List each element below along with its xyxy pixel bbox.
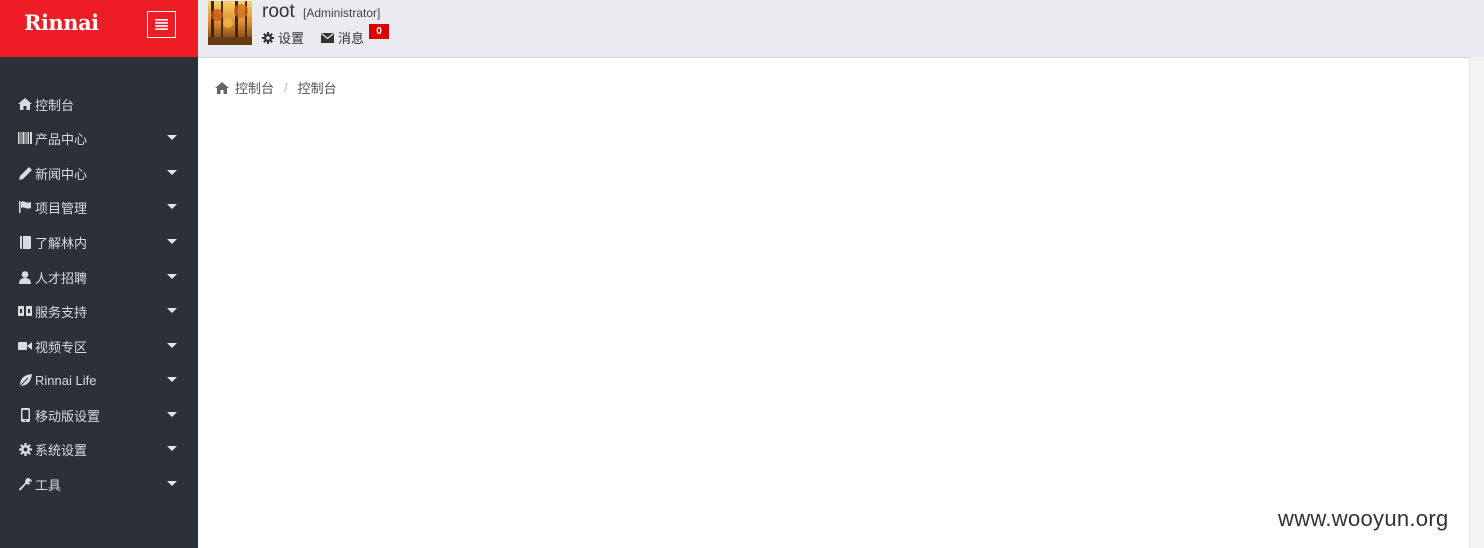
top-bar: root [Administrator] 设置 消息 0 — [198, 0, 1484, 58]
sidebar-item-projects[interactable]: 项目管理 — [0, 192, 198, 222]
sidebar-item-label: 产品中心 — [35, 131, 88, 147]
user-role: [Administrator] — [303, 6, 381, 20]
sidebar-item-label: 视频专区 — [35, 339, 88, 355]
sidebar-item-label: 控制台 — [35, 97, 75, 113]
chevron-down-icon — [167, 308, 177, 313]
chevron-down-icon — [167, 481, 177, 486]
sidebar-item-tools[interactable]: 工具 — [0, 469, 198, 499]
sidebar-item-system-settings[interactable]: 系统设置 — [0, 434, 198, 464]
breadcrumb-current: 控制台 — [297, 81, 337, 96]
chevron-down-icon — [167, 377, 177, 382]
sidebar-item-label: 了解林内 — [35, 235, 88, 251]
chevron-down-icon — [167, 239, 177, 244]
wrench-icon — [18, 477, 32, 491]
breadcrumb: 控制台 / 控制台 — [215, 78, 337, 97]
messages-link[interactable]: 消息 — [321, 28, 364, 47]
sidebar-item-label: 人才招聘 — [35, 270, 88, 286]
sidebar-item-label: 新闻中心 — [35, 166, 88, 182]
chevron-down-icon — [167, 170, 177, 175]
sidebar-item-rinnai-life[interactable]: Rinnai Life — [0, 365, 198, 395]
chevron-down-icon — [167, 204, 177, 209]
chevron-down-icon — [167, 343, 177, 348]
brand-logo[interactable]: Rinnai — [24, 10, 99, 35]
sidebar-item-products[interactable]: 产品中心 — [0, 123, 198, 153]
book-icon — [18, 235, 32, 249]
flag-icon — [18, 200, 32, 214]
user-icon — [18, 270, 32, 284]
chevron-down-icon — [167, 274, 177, 279]
sidebar-item-dashboard[interactable]: 控制台 — [0, 89, 198, 119]
sidebar-item-label: 系统设置 — [35, 442, 88, 458]
sidebar-item-label: 服务支持 — [35, 304, 88, 320]
leaf-icon — [18, 373, 32, 387]
avatar[interactable] — [208, 1, 252, 45]
video-icon — [18, 339, 32, 353]
menu-icon — [155, 19, 168, 30]
chevron-down-icon — [167, 412, 177, 417]
breadcrumb-separator: / — [284, 80, 288, 95]
sidebar-item-mobile-settings[interactable]: 移动版设置 — [0, 400, 198, 430]
sidebar-item-news[interactable]: 新闻中心 — [0, 158, 198, 188]
barcode-icon — [18, 131, 32, 145]
shield-icon — [18, 304, 32, 318]
sidebar-item-support[interactable]: 服务支持 — [0, 296, 198, 326]
sidebar-item-label: 工具 — [35, 477, 62, 493]
settings-label: 设置 — [278, 31, 305, 46]
chevron-down-icon — [167, 446, 177, 451]
sidebar-item-label: 项目管理 — [35, 200, 88, 216]
brand-bar: Rinnai — [0, 0, 198, 57]
settings-link[interactable]: 设置 — [262, 28, 304, 47]
gear-icon — [262, 31, 274, 44]
vertical-scrollbar[interactable] — [1469, 57, 1484, 548]
pencil-icon — [18, 166, 32, 180]
gear-icon — [18, 442, 32, 456]
sidebar-toggle-button[interactable] — [147, 11, 176, 38]
message-count-badge: 0 — [369, 24, 389, 39]
sidebar-item-label: 移动版设置 — [35, 408, 101, 424]
sidebar-item-about[interactable]: 了解林内 — [0, 227, 198, 257]
sidebar: 控制台 产品中心 新闻中心 项目管理 了解林内 人才招聘 服务支持 视频专区 R… — [0, 57, 198, 548]
home-icon — [215, 81, 229, 94]
messages-label: 消息 — [338, 31, 365, 46]
sidebar-item-videos[interactable]: 视频专区 — [0, 331, 198, 361]
watermark-text: www.wooyun.org — [1278, 506, 1449, 531]
mobile-icon — [18, 408, 32, 422]
sidebar-item-careers[interactable]: 人才招聘 — [0, 262, 198, 292]
sidebar-item-label: Rinnai Life — [35, 372, 97, 388]
envelope-icon — [321, 32, 334, 43]
breadcrumb-home-link[interactable]: 控制台 — [235, 78, 274, 97]
chevron-down-icon — [167, 135, 177, 140]
home-icon — [18, 97, 32, 111]
user-name: root — [262, 1, 295, 22]
